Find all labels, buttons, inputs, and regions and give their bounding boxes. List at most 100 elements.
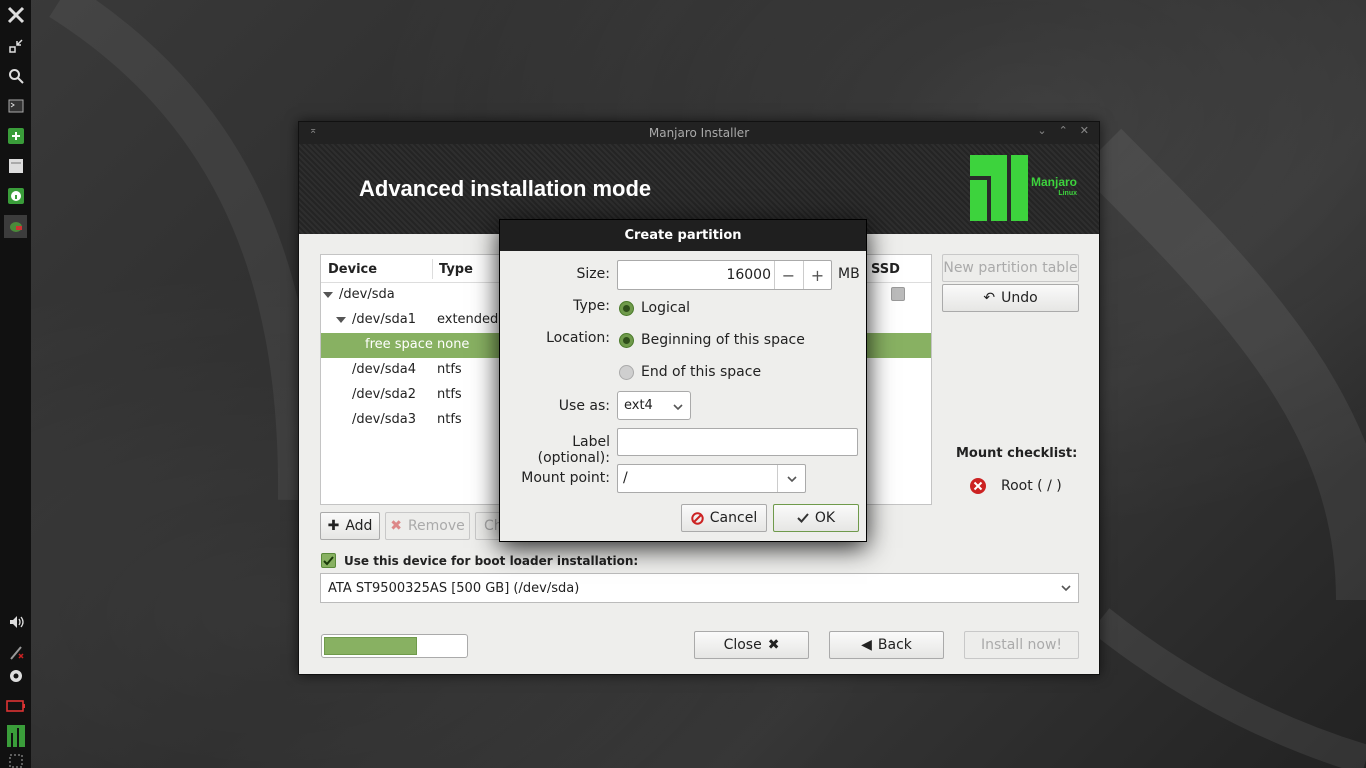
bootloader-option[interactable]: Use this device for boot loader installa… xyxy=(321,553,638,568)
mount-checklist-item: Root ( / ) xyxy=(969,477,1062,495)
location-end-radio[interactable] xyxy=(619,365,634,380)
window-menu-icon[interactable]: ⌅ xyxy=(309,125,317,136)
back-button[interactable]: ◀ Back xyxy=(829,631,944,659)
row-device: /dev/sda2 xyxy=(352,387,416,402)
error-icon xyxy=(970,478,986,494)
cancel-button[interactable]: Cancel xyxy=(681,504,767,532)
search-icon[interactable] xyxy=(5,65,26,86)
manjaro-logo-icon xyxy=(969,155,1028,221)
row-type: ntfs xyxy=(437,387,462,402)
location-end-label: End of this space xyxy=(641,364,762,380)
minimize-windows-icon[interactable] xyxy=(5,35,26,56)
size-label: Size: xyxy=(576,266,610,282)
window-title: Manjaro Installer xyxy=(648,126,750,140)
type-logical-radio[interactable] xyxy=(619,301,634,316)
undo-icon: ↶ xyxy=(983,290,996,306)
mount-checklist-title: Mount checklist: xyxy=(956,446,1078,461)
back-button-label: Back xyxy=(877,637,912,653)
volume-icon[interactable] xyxy=(5,611,26,632)
window-titlebar[interactable]: ⌅ Manjaro Installer ⌄ ⌃ ✕ xyxy=(299,122,1099,144)
install-progress-bar xyxy=(321,634,468,658)
type-logical-label: Logical xyxy=(641,300,691,316)
use-as-label: Use as: xyxy=(558,398,610,414)
mount-point-value: / xyxy=(623,470,628,486)
bootloader-checkbox[interactable] xyxy=(321,553,336,568)
mount-point-combobox[interactable]: / xyxy=(617,464,806,493)
check-icon xyxy=(797,513,809,523)
window-close-icon[interactable]: ✕ xyxy=(1080,124,1089,137)
remove-icon: ✖ xyxy=(390,518,402,534)
add-button[interactable]: ✚ Add xyxy=(320,512,380,540)
battery-icon[interactable] xyxy=(5,695,26,716)
ok-button-label: OK xyxy=(814,510,836,526)
bootloader-device-value: ATA ST9500325AS [500 GB] (/dev/sda) xyxy=(328,580,580,596)
undo-button-label: Undo xyxy=(1001,290,1038,306)
info-icon[interactable] xyxy=(5,185,26,206)
close-button[interactable]: Close ✖ xyxy=(694,631,809,659)
column-device[interactable]: Device xyxy=(328,262,377,277)
row-type: ntfs xyxy=(437,412,462,427)
mount-point-label: Mount point: xyxy=(521,470,610,486)
column-type[interactable]: Type xyxy=(439,262,473,277)
add-button-label: Add xyxy=(345,518,373,534)
dialog-title: Create partition xyxy=(500,220,866,251)
size-value: 16000 xyxy=(726,267,771,283)
minimize-icon[interactable]: ⌄ xyxy=(1037,124,1046,137)
row-device: /dev/sda3 xyxy=(352,412,416,427)
terminal-icon[interactable] xyxy=(5,95,26,116)
chevron-down-icon xyxy=(673,404,683,411)
check-icon xyxy=(323,556,334,566)
row-device: /dev/sda1 xyxy=(352,312,416,327)
size-unit: MB xyxy=(838,266,860,282)
page-title: Advanced installation mode xyxy=(359,176,652,201)
location-label: Location: xyxy=(546,330,610,346)
files-icon[interactable] xyxy=(5,155,26,176)
label-input[interactable] xyxy=(617,428,858,456)
create-partition-dialog: Create partition Size: 16000 − + MB Type… xyxy=(499,219,867,542)
expand-arrow-icon[interactable] xyxy=(336,317,346,323)
mount-point-dropdown[interactable] xyxy=(777,465,805,492)
expand-arrow-icon[interactable] xyxy=(323,292,333,298)
close-icon[interactable] xyxy=(5,4,26,25)
row-device: free space xyxy=(365,337,433,352)
bootloader-label: Use this device for boot loader installa… xyxy=(344,553,639,568)
decrement-icon[interactable]: − xyxy=(774,261,802,289)
install-now-button[interactable]: Install now! xyxy=(964,631,1079,659)
location-beginning-radio[interactable] xyxy=(619,333,634,348)
increment-icon[interactable]: + xyxy=(803,261,831,289)
filesystem-select[interactable]: ext4 xyxy=(617,391,691,420)
manjaro-menu-icon[interactable] xyxy=(5,724,26,747)
location-beginning-label: Beginning of this space xyxy=(641,332,805,348)
chevron-down-icon xyxy=(1061,585,1071,592)
cancel-icon xyxy=(691,511,704,525)
settings-gear-icon[interactable] xyxy=(5,665,26,686)
remove-button[interactable]: ✖ Remove xyxy=(385,512,470,540)
filesystem-value: ext4 xyxy=(624,398,653,413)
bootloader-device-select[interactable]: ATA ST9500325AS [500 GB] (/dev/sda) xyxy=(320,573,1079,603)
close-x-icon: ✖ xyxy=(767,637,780,653)
chevron-down-icon xyxy=(786,475,797,482)
show-desktop-icon[interactable] xyxy=(5,750,26,768)
network-icon[interactable] xyxy=(5,641,26,662)
installer-icon[interactable] xyxy=(4,215,27,238)
app-icon-green[interactable] xyxy=(5,125,26,146)
mount-item-label: Root ( / ) xyxy=(1001,478,1062,494)
left-dock xyxy=(0,0,31,768)
logo-text: Manjaro xyxy=(1030,175,1077,189)
column-ssd[interactable]: SSD xyxy=(871,262,900,277)
new-partition-table-button[interactable]: New partition table xyxy=(942,254,1079,282)
ok-button[interactable]: OK xyxy=(773,504,859,532)
size-spinbox[interactable]: 16000 − + xyxy=(617,260,832,290)
row-type: extended xyxy=(437,312,499,327)
back-arrow-icon: ◀ xyxy=(861,637,872,653)
row-device: /dev/sda xyxy=(339,287,395,302)
row-type: ntfs xyxy=(437,362,462,377)
label-field-label: Label (optional): xyxy=(537,434,610,466)
logo-subtext: Linux xyxy=(1058,190,1077,197)
maximize-icon[interactable]: ⌃ xyxy=(1059,124,1068,137)
manjaro-logo: Manjaro Linux xyxy=(969,155,1077,221)
remove-button-label: Remove xyxy=(407,518,465,534)
progress-fill xyxy=(324,637,418,655)
undo-button[interactable]: ↶ Undo xyxy=(942,284,1079,312)
ssd-checkbox[interactable] xyxy=(891,287,905,301)
